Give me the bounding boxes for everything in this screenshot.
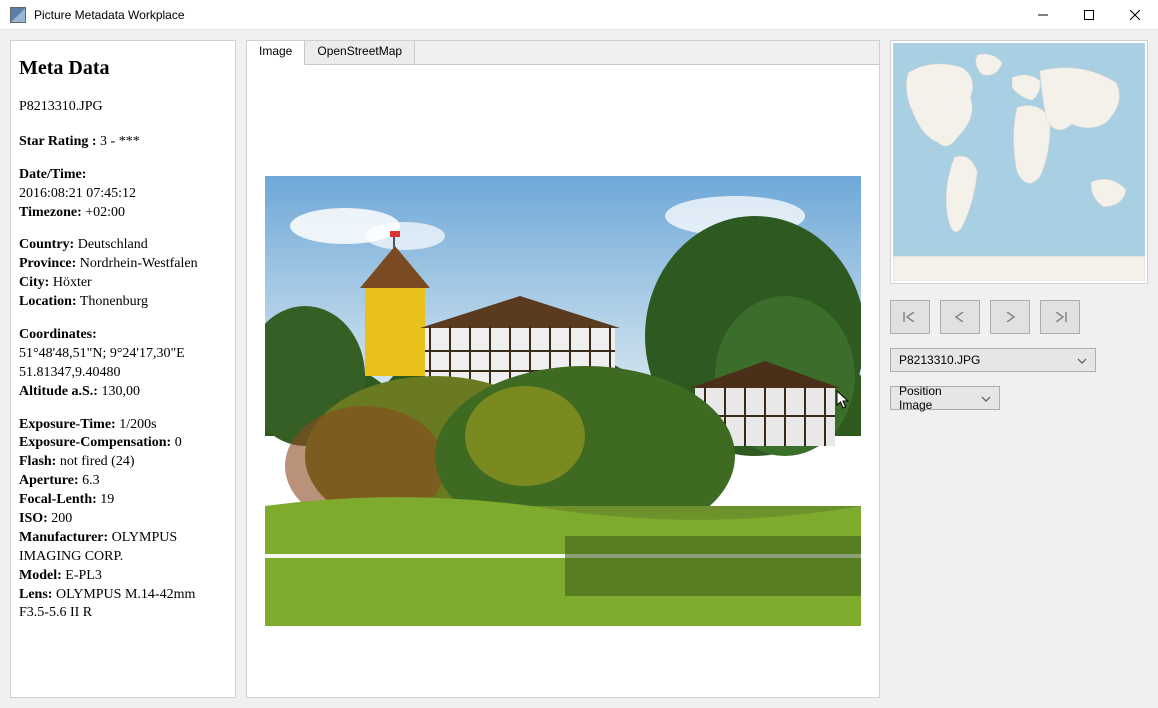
timezone-value: +02:00	[85, 205, 125, 220]
manufacturer-label: Manufacturer:	[19, 530, 108, 545]
window-titlebar: Picture Metadata Workplace	[0, 0, 1158, 30]
aperture-label: Aperture:	[19, 473, 79, 488]
maximize-button[interactable]	[1066, 0, 1112, 30]
location-label: Location:	[19, 294, 77, 309]
altitude-label: Altitude a.S.:	[19, 384, 98, 399]
chevron-down-icon	[1073, 353, 1091, 367]
file-select[interactable]: P8213310.JPG	[890, 348, 1096, 372]
city-label: City:	[19, 275, 49, 290]
chevron-down-icon	[977, 391, 995, 405]
photo-preview	[265, 176, 861, 626]
image-area	[247, 65, 879, 697]
iso-label: ISO:	[19, 511, 48, 526]
minimize-button[interactable]	[1020, 0, 1066, 30]
country-value: Deutschland	[78, 237, 148, 252]
country-label: Country:	[19, 237, 74, 252]
image-panel: Image OpenStreetMap	[246, 40, 880, 698]
flash-label: Flash:	[19, 454, 56, 469]
exposure-time-label: Exposure-Time:	[19, 417, 116, 432]
iso-value: 200	[51, 511, 72, 526]
action-select[interactable]: Position Image	[890, 386, 1000, 410]
nav-buttons	[890, 300, 1148, 334]
timezone-label: Timezone:	[19, 205, 82, 220]
coordinates-label: Coordinates:	[19, 327, 97, 342]
location-value: Thonenburg	[80, 294, 148, 309]
window-title: Picture Metadata Workplace	[34, 8, 185, 22]
datetime-value: 2016:08:21 07:45:12	[19, 185, 227, 204]
star-rating-label: Star Rating :	[19, 134, 97, 149]
altitude-value: 130,00	[101, 384, 140, 399]
focal-length-value: 19	[100, 492, 114, 507]
action-select-value: Position Image	[899, 384, 977, 412]
model-label: Model:	[19, 568, 62, 583]
tab-bar: Image OpenStreetMap	[247, 41, 879, 65]
exposure-comp-label: Exposure-Compensation:	[19, 435, 171, 450]
coordinates-dms: 51°48'48,51"N; 9°24'17,30"E	[19, 345, 227, 364]
metadata-heading: Meta Data	[19, 55, 227, 82]
app-icon	[10, 7, 26, 23]
metadata-panel: Meta Data P8213310.JPG Star Rating : 3 -…	[10, 40, 236, 698]
nav-last-button[interactable]	[1040, 300, 1080, 334]
nav-next-button[interactable]	[990, 300, 1030, 334]
province-value: Nordrhein-Westfalen	[80, 256, 198, 271]
right-panel: P8213310.JPG Position Image	[890, 40, 1148, 698]
tab-openstreetmap[interactable]: OpenStreetMap	[305, 41, 415, 64]
lens-label: Lens:	[19, 587, 52, 602]
focal-length-label: Focal-Lenth:	[19, 492, 97, 507]
nav-first-button[interactable]	[890, 300, 930, 334]
nav-prev-button[interactable]	[940, 300, 980, 334]
model-value: E-PL3	[65, 568, 102, 583]
tab-image[interactable]: Image	[247, 41, 305, 65]
world-map[interactable]	[890, 40, 1148, 284]
flash-value: not fired (24)	[60, 454, 135, 469]
datetime-label: Date/Time:	[19, 167, 86, 182]
exposure-comp-value: 0	[175, 435, 182, 450]
city-value: Höxter	[53, 275, 92, 290]
file-select-value: P8213310.JPG	[899, 353, 980, 367]
close-button[interactable]	[1112, 0, 1158, 30]
aperture-value: 6.3	[82, 473, 100, 488]
exposure-time-value: 1/200s	[119, 417, 156, 432]
star-rating-value: 3 - ***	[100, 134, 140, 149]
province-label: Province:	[19, 256, 76, 271]
filename: P8213310.JPG	[19, 98, 227, 117]
coordinates-dec: 51.81347,9.40480	[19, 364, 227, 383]
